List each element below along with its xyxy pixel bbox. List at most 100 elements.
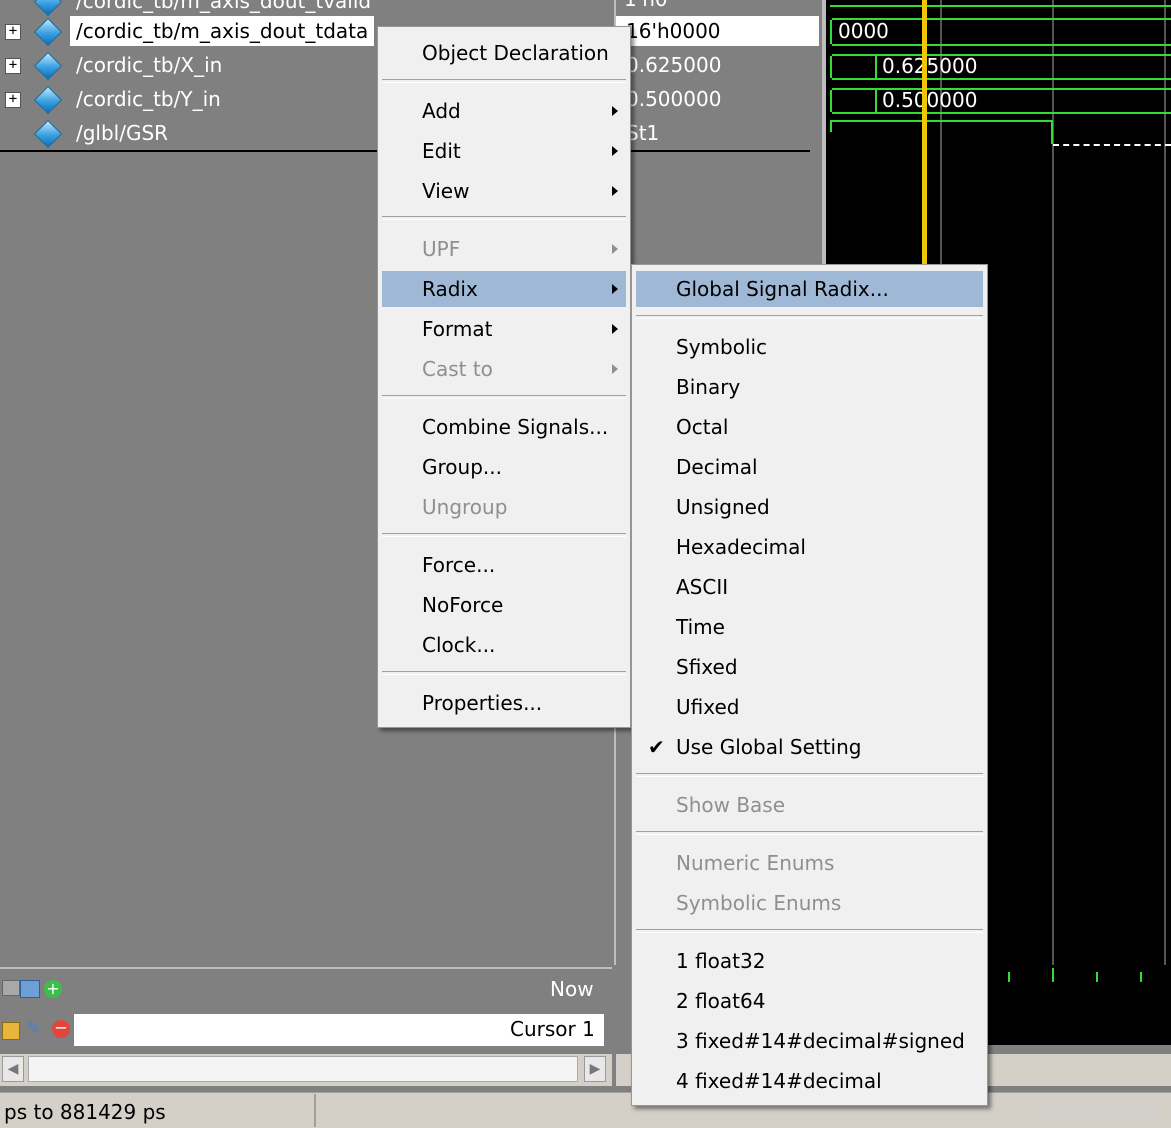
menu-item-label: Numeric Enums: [676, 851, 835, 875]
menu-item-global-signal-radix[interactable]: Global Signal Radix...: [636, 271, 983, 307]
add-wave-icon[interactable]: [20, 980, 40, 998]
timeline-tick: [1052, 968, 1054, 982]
lock-icon[interactable]: [2, 1022, 20, 1040]
menu-item-radix[interactable]: Radix: [382, 271, 626, 307]
signal-value: 1'h0: [624, 0, 668, 14]
radix-submenu: Global Signal Radix... Symbolic Binary O…: [631, 264, 988, 1106]
menu-item-float64[interactable]: 2 float64: [636, 983, 983, 1019]
menu-separator: [636, 831, 983, 835]
menu-separator: [636, 773, 983, 777]
menu-item-symbolic[interactable]: Symbolic: [636, 329, 983, 365]
menu-item-label: 1 float32: [676, 949, 766, 973]
menu-item-properties[interactable]: Properties...: [382, 685, 626, 721]
checkmark-icon: ✔: [648, 735, 665, 759]
timeline-tick: [1096, 972, 1098, 982]
scroll-right-icon[interactable]: ▶: [584, 1056, 606, 1082]
scroll-left-icon[interactable]: ◀: [2, 1056, 24, 1082]
menu-item-unsigned[interactable]: Unsigned: [636, 489, 983, 525]
menu-item-label: Binary: [676, 375, 741, 399]
menu-separator: [382, 395, 626, 399]
wave-trace: [830, 56, 832, 78]
menu-item-time[interactable]: Time: [636, 609, 983, 645]
signal-name: /glbl/GSR: [76, 121, 169, 145]
menu-item-sfixed[interactable]: Sfixed: [636, 649, 983, 685]
menu-item-label: Use Global Setting: [676, 735, 862, 759]
expand-plus-icon[interactable]: +: [5, 92, 21, 108]
menu-item-float32[interactable]: 1 float32: [636, 943, 983, 979]
menu-item-object-declaration[interactable]: Object Declaration: [382, 35, 626, 71]
menu-item-fixed-decimal-signed[interactable]: 3 fixed#14#decimal#signed: [636, 1023, 983, 1059]
menu-item-label: Properties...: [422, 691, 543, 715]
wave-trace: [830, 120, 1052, 122]
menu-item-view[interactable]: View: [382, 173, 626, 209]
menu-item-label: Hexadecimal: [676, 535, 806, 559]
wave-trace: [830, 120, 832, 132]
menu-item-label: 4 fixed#14#decimal: [676, 1069, 882, 1093]
expand-plus-icon[interactable]: +: [5, 24, 21, 40]
menu-separator: [382, 79, 626, 83]
signal-value: 0.625000: [626, 53, 722, 77]
signal-diamond-icon: [33, 17, 63, 47]
menu-item-fixed-decimal[interactable]: 4 fixed#14#decimal: [636, 1063, 983, 1099]
wave-trace: [832, 44, 1171, 46]
menu-item-label: Clock...: [422, 633, 496, 657]
menu-item-ascii[interactable]: ASCII: [636, 569, 983, 605]
menu-item-combine-signals[interactable]: Combine Signals...: [382, 409, 626, 445]
signal-value: 16'h0000: [626, 19, 721, 43]
menu-item-format[interactable]: Format: [382, 311, 626, 347]
menu-item-edit[interactable]: Edit: [382, 133, 626, 169]
cursor-label: Cursor 1: [510, 1017, 595, 1041]
menu-item-octal[interactable]: Octal: [636, 409, 983, 445]
menu-item-hexadecimal[interactable]: Hexadecimal: [636, 529, 983, 565]
menu-item-decimal[interactable]: Decimal: [636, 449, 983, 485]
wave-trace: [830, 20, 832, 44]
menu-item-group[interactable]: Group...: [382, 449, 626, 485]
wave-trace: [1051, 120, 1053, 144]
menu-item-label: Octal: [676, 415, 729, 439]
menu-item-show-base[interactable]: Show Base: [636, 787, 983, 823]
menu-item-label: Cast to: [422, 357, 493, 381]
submenu-arrow-icon: [612, 284, 618, 294]
menu-item-cast-to[interactable]: Cast to: [382, 351, 626, 387]
menu-item-symbolic-enums[interactable]: Symbolic Enums: [636, 885, 983, 921]
menu-item-add[interactable]: Add: [382, 93, 626, 129]
menu-item-upf[interactable]: UPF: [382, 231, 626, 267]
wave-value-label: 0.625000: [882, 54, 978, 78]
signal-name: /cordic_tb/m_axis_dout_tdata: [70, 16, 375, 46]
delete-cursor-icon[interactable]: −: [52, 1020, 70, 1038]
context-menu: Object Declaration Add Edit View UPF Rad…: [377, 26, 631, 728]
timeline-tick: [1140, 972, 1142, 982]
menu-item-label: Add: [422, 99, 461, 123]
add-cursor-icon[interactable]: +: [44, 980, 62, 998]
wave-trace: [830, 90, 832, 112]
status-text: ps to 881429 ps: [4, 1100, 166, 1124]
now-label: Now: [550, 977, 594, 1001]
menu-item-clock[interactable]: Clock...: [382, 627, 626, 663]
menu-item-label: ASCII: [676, 575, 729, 599]
menu-item-label: Show Base: [676, 793, 786, 817]
menu-separator: [382, 533, 626, 537]
wave-trace-lowz: [1053, 144, 1171, 146]
signal-diamond-icon: [33, 51, 63, 81]
menu-item-binary[interactable]: Binary: [636, 369, 983, 405]
timeline-tick: [1008, 972, 1010, 982]
wave-trace: [832, 112, 1171, 114]
expand-plus-icon[interactable]: +: [5, 58, 21, 74]
menu-item-numeric-enums[interactable]: Numeric Enums: [636, 845, 983, 881]
menu-item-label: Format: [422, 317, 493, 341]
wave-value-label: 0000: [838, 19, 889, 43]
menu-item-ufixed[interactable]: Ufixed: [636, 689, 983, 725]
menu-item-label: Force...: [422, 553, 496, 577]
menu-item-noforce[interactable]: NoForce: [382, 587, 626, 623]
toolbar-icon[interactable]: [2, 980, 20, 996]
status-separator: [314, 1094, 316, 1127]
scroll-thumb[interactable]: [28, 1056, 578, 1082]
menu-item-force[interactable]: Force...: [382, 547, 626, 583]
wrench-icon[interactable]: ✎: [26, 1020, 46, 1038]
menu-item-label: Global Signal Radix...: [676, 277, 889, 301]
menu-item-label: Edit: [422, 139, 461, 163]
menu-item-use-global-setting[interactable]: ✔ Use Global Setting: [636, 729, 983, 765]
horizontal-scrollbar[interactable]: ◀ ▶: [0, 1054, 612, 1086]
menu-item-ungroup[interactable]: Ungroup: [382, 489, 626, 525]
submenu-arrow-icon: [612, 364, 618, 374]
